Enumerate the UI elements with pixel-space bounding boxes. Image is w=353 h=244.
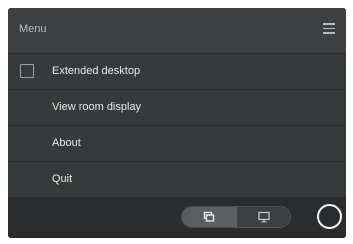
menu-item-label: Quit: [52, 173, 73, 185]
footer-bar: [8, 197, 346, 238]
menu-item-label: View room display: [52, 101, 142, 113]
monitor-icon: [258, 211, 270, 223]
windows-icon: [203, 211, 215, 222]
menu-item-about[interactable]: About: [8, 125, 346, 161]
circle-icon[interactable]: [317, 204, 342, 229]
hamburger-icon[interactable]: [323, 23, 335, 34]
windows-mode-button[interactable]: [182, 207, 237, 227]
menu-header: Menu: [8, 8, 346, 53]
monitor-mode-button[interactable]: [237, 207, 290, 227]
menu-window: Menu Extended desktop View room display …: [8, 8, 346, 238]
view-mode-toggle: [181, 206, 291, 228]
menu-item-label: About: [52, 137, 81, 149]
menu-item-label: Extended desktop: [52, 65, 141, 77]
menu-item-view-room-display[interactable]: View room display: [8, 89, 346, 125]
menu-title: Menu: [19, 23, 47, 35]
menu-item-extended-desktop[interactable]: Extended desktop: [8, 53, 346, 89]
menu-item-quit[interactable]: Quit: [8, 161, 346, 197]
extended-desktop-checkbox[interactable]: [20, 64, 34, 78]
